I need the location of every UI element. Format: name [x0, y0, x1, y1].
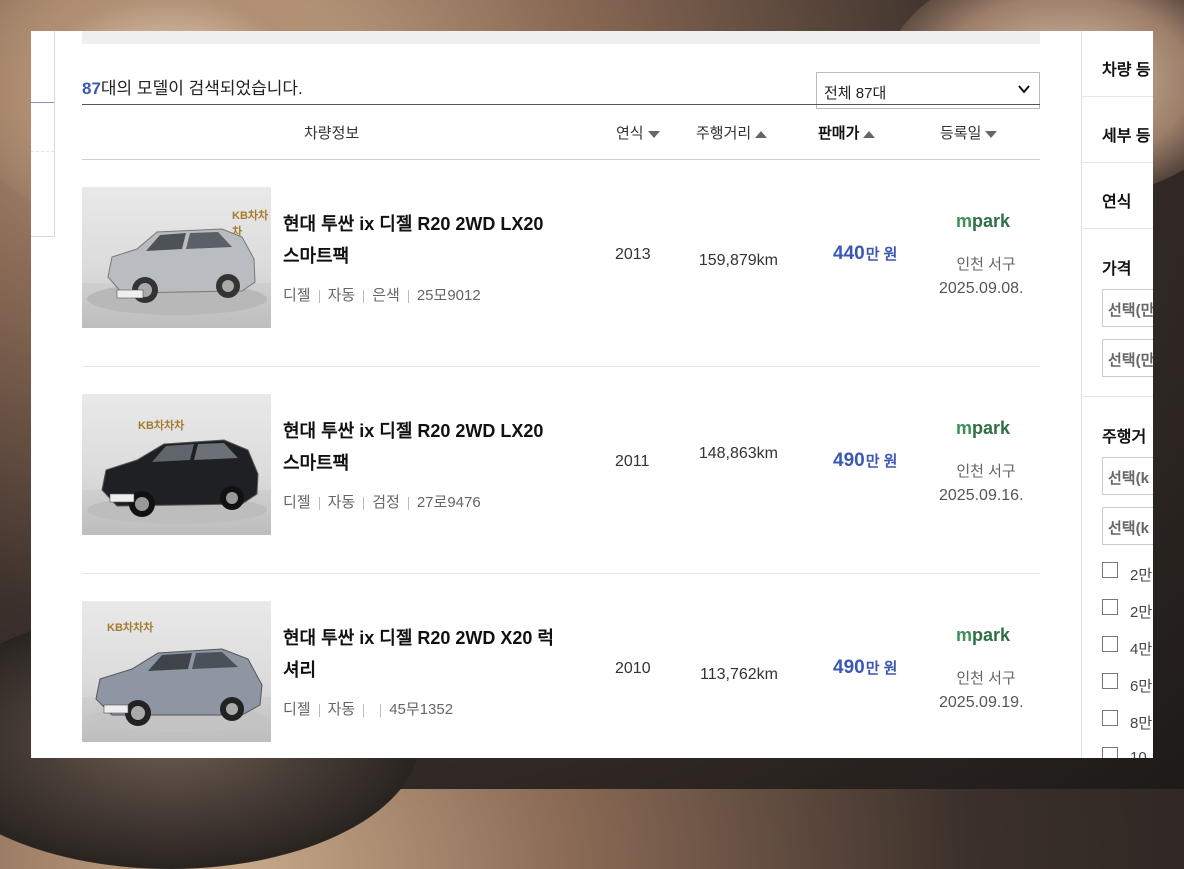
- car-thumbnail[interactable]: KB차차차: [82, 394, 271, 535]
- dealer-location: 인천 서구: [956, 256, 1016, 273]
- car-price: 440만 원: [833, 243, 898, 264]
- page: 87대의 모델이 검색되었습니다. 전체 87대 차량정보 연식 주행거리 판매…: [31, 31, 1153, 758]
- sort-up-icon: [755, 130, 768, 138]
- car-mileage: 148,863km: [698, 445, 778, 462]
- mileage-checkbox[interactable]: 2만: [1082, 555, 1153, 592]
- filter-sidebar: 차량 등 세부 등 연식 가격 선택(만 선택(만 주행거 선택(k 선택(k …: [1081, 31, 1153, 758]
- price-min-input[interactable]: 선택(만: [1102, 289, 1153, 327]
- filter-car-grade[interactable]: 차량 등: [1082, 31, 1153, 97]
- mileage-checkbox[interactable]: 6만: [1082, 666, 1153, 703]
- filter-price-label: 가격: [1102, 261, 1132, 278]
- car-specs: 디젤 자동 45무1352: [283, 701, 454, 718]
- car-mileage: 113,762km: [700, 666, 778, 683]
- col-date-sort[interactable]: 등록일: [940, 122, 998, 143]
- mileage-checkbox[interactable]: 10: [1082, 740, 1153, 758]
- mileage-checkbox[interactable]: 2만: [1082, 592, 1153, 629]
- sort-down-icon: [647, 130, 660, 138]
- sort-down-icon: [985, 130, 998, 138]
- mileage-min-input[interactable]: 선택(k: [1102, 457, 1153, 495]
- mileage-max-input[interactable]: 선택(k: [1102, 507, 1153, 545]
- price-max-input[interactable]: 선택(만: [1102, 339, 1153, 377]
- car-row[interactable]: KB차차차 현대 투싼 ix 디젤 R20 2WD LX20 스마트팩 디젤 자동 검…: [82, 367, 1040, 574]
- car-year: 2010: [615, 660, 651, 677]
- dealer-logo: mpark: [956, 625, 1011, 645]
- filter-detail-grade[interactable]: 세부 등: [1082, 97, 1153, 163]
- left-panel-stub: [31, 31, 55, 237]
- car-row[interactable]: KB차차차 현대 투싼 ix 디젤 R20 2WD X20 럭 셔리 디젤 자동 45…: [82, 574, 1040, 758]
- chevron-down-icon: [1018, 85, 1030, 94]
- registration-date: 2025.09.19.: [939, 694, 1024, 711]
- top-band: [82, 31, 1040, 44]
- model-filter-value: 전체 87대: [824, 85, 887, 102]
- car-year: 2011: [615, 453, 650, 470]
- registration-date: 2025.09.08.: [939, 280, 1024, 297]
- car-specs: 디젤 자동 검정 27로9476: [283, 494, 481, 511]
- car-specs: 디젤 자동 은색 25모9012: [283, 287, 481, 304]
- col-car-info: 차량정보: [304, 125, 360, 142]
- dealer-logo: mpark: [956, 211, 1011, 231]
- car-title[interactable]: 현대 투싼 ix 디젤 R20 2WD X20 럭 셔리: [283, 622, 583, 686]
- sort-up-icon: [863, 130, 876, 138]
- car-price: 490만 원: [833, 450, 898, 471]
- dealer-location: 인천 서구: [956, 670, 1016, 687]
- filter-year[interactable]: 연식: [1082, 163, 1153, 229]
- car-thumbnail[interactable]: KB차차차: [82, 601, 271, 742]
- col-year-sort[interactable]: 연식: [616, 122, 660, 143]
- mileage-checkbox[interactable]: 8만: [1082, 703, 1153, 740]
- filter-mileage-section: 주행거 선택(k 선택(k 2만 2만 4만 6만 8만 10: [1082, 397, 1153, 758]
- results-panel: 87대의 모델이 검색되었습니다. 전체 87대 차량정보 연식 주행거리 판매…: [82, 31, 1040, 758]
- result-count-text: 87대의 모델이 검색되었습니다.: [82, 74, 303, 99]
- col-price-sort[interactable]: 판매가: [818, 122, 876, 143]
- filter-price-section: 가격 선택(만 선택(만: [1082, 229, 1153, 397]
- result-count: 87: [82, 79, 101, 98]
- col-mileage-sort[interactable]: 주행거리: [696, 122, 768, 143]
- result-count-label: 대의 모델이 검색되었습니다.: [100, 79, 303, 98]
- car-title[interactable]: 현대 투싼 ix 디젤 R20 2WD LX20 스마트팩: [283, 415, 583, 479]
- car-thumbnail[interactable]: KB차차차: [82, 187, 271, 328]
- car-title[interactable]: 현대 투싼 ix 디젤 R20 2WD LX20 스마트팩: [283, 208, 583, 272]
- results-summary: 87대의 모델이 검색되었습니다. 전체 87대: [82, 44, 1040, 109]
- car-mileage: 159,879km: [698, 252, 778, 269]
- car-row[interactable]: KB차차차 현대 투싼 ix 디젤 R20 2WD LX20 스마트팩 디젤 자동 은…: [82, 160, 1040, 367]
- table-header: 차량정보 연식 주행거리 판매가 등록일: [82, 104, 1040, 160]
- car-price: 490만 원: [833, 657, 898, 678]
- mileage-checkbox[interactable]: 4만: [1082, 629, 1153, 666]
- car-year: 2013: [615, 246, 651, 263]
- dealer-location: 인천 서구: [956, 463, 1016, 480]
- registration-date: 2025.09.16.: [939, 487, 1024, 504]
- filter-mileage-label: 주행거: [1102, 429, 1147, 446]
- mileage-checkbox-list: 2만 2만 4만 6만 8만 10: [1082, 555, 1153, 758]
- dealer-logo: mpark: [956, 418, 1011, 438]
